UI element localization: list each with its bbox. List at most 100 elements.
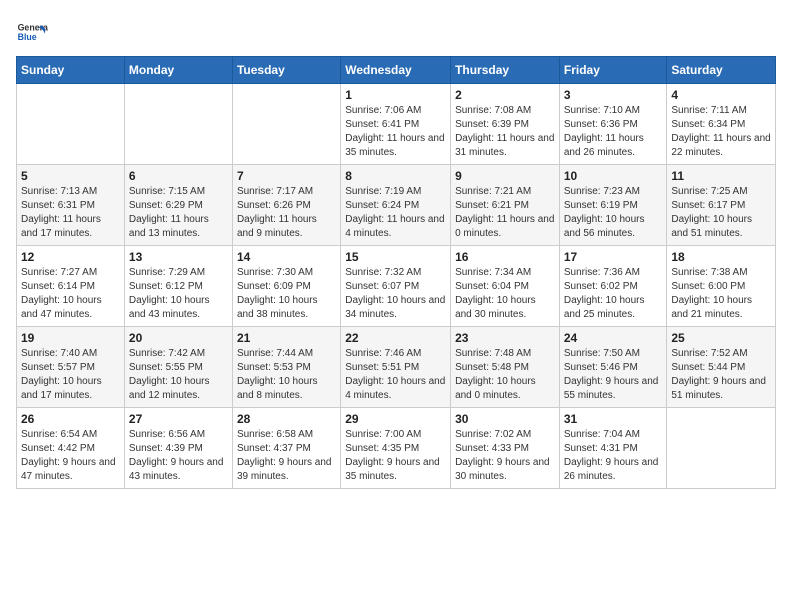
calendar-cell: 27 Sunrise: 6:56 AM Sunset: 4:39 PM Dayli… <box>124 408 232 489</box>
day-info: Sunrise: 7:04 AM Sunset: 4:31 PM Dayligh… <box>564 428 663 484</box>
calendar-cell <box>667 408 776 489</box>
calendar-cell: 17 Sunrise: 7:36 AM Sunset: 6:02 PM Dayli… <box>559 246 667 327</box>
day-number: 19 <box>21 331 120 345</box>
calendar-cell: 7 Sunrise: 7:17 AM Sunset: 6:26 PM Daylig… <box>232 165 340 246</box>
calendar-cell: 12Sunrise: 7:27 AM Sunset: 6:14 PM Dayli… <box>17 246 125 327</box>
calendar-cell: 3Sunrise: 7:10 AM Sunset: 6:36 PM Daylig… <box>559 84 667 165</box>
day-number: 13 <box>129 250 228 264</box>
day-info: Sunrise: 7:27 AM Sunset: 6:14 PM Dayligh… <box>21 266 120 322</box>
day-number: 4 <box>671 88 771 102</box>
day-number: 31 <box>564 412 663 426</box>
week-row-2: 12Sunrise: 7:27 AM Sunset: 6:14 PM Dayli… <box>17 246 776 327</box>
day-number: 14 <box>237 250 336 264</box>
day-info: Sunrise: 7:34 AM Sunset: 6:04 PM Dayligh… <box>455 266 555 322</box>
header-thursday: Thursday <box>451 57 560 84</box>
day-info: Sunrise: 6:56 AM Sunset: 4:39 PM Dayligh… <box>129 428 228 484</box>
day-info: Sunrise: 7:13 AM Sunset: 6:31 PM Dayligh… <box>21 185 120 241</box>
day-info: Sunrise: 7:29 AM Sunset: 6:12 PM Dayligh… <box>129 266 228 322</box>
calendar-cell: 31 Sunrise: 7:04 AM Sunset: 4:31 PM Dayli… <box>559 408 667 489</box>
calendar-cell: 30Sunrise: 7:02 AM Sunset: 4:33 PM Dayli… <box>451 408 560 489</box>
svg-text:Blue: Blue <box>18 32 37 42</box>
day-info: Sunrise: 7:32 AM Sunset: 6:07 PM Dayligh… <box>345 266 446 322</box>
day-info: Sunrise: 7:36 AM Sunset: 6:02 PM Dayligh… <box>564 266 663 322</box>
page-header: General Blue <box>16 16 776 48</box>
day-number: 28 <box>237 412 336 426</box>
calendar-cell: 18 Sunrise: 7:38 AM Sunset: 6:00 PM Dayli… <box>667 246 776 327</box>
day-info: Sunrise: 6:54 AM Sunset: 4:42 PM Dayligh… <box>21 428 120 484</box>
header-sunday: Sunday <box>17 57 125 84</box>
day-info: Sunrise: 7:11 AM Sunset: 6:34 PM Dayligh… <box>671 104 771 160</box>
calendar-cell: 10Sunrise: 7:23 AM Sunset: 6:19 PM Dayli… <box>559 165 667 246</box>
day-info: Sunrise: 7:23 AM Sunset: 6:19 PM Dayligh… <box>564 185 663 241</box>
day-number: 11 <box>671 169 771 183</box>
header-monday: Monday <box>124 57 232 84</box>
day-info: Sunrise: 7:42 AM Sunset: 5:55 PM Dayligh… <box>129 347 228 403</box>
day-info: Sunrise: 7:40 AM Sunset: 5:57 PM Dayligh… <box>21 347 120 403</box>
day-info: Sunrise: 7:38 AM Sunset: 6:00 PM Dayligh… <box>671 266 771 322</box>
day-info: Sunrise: 7:52 AM Sunset: 5:44 PM Dayligh… <box>671 347 771 403</box>
calendar-cell: 5 Sunrise: 7:13 AM Sunset: 6:31 PM Daylig… <box>17 165 125 246</box>
day-number: 9 <box>455 169 555 183</box>
day-number: 27 <box>129 412 228 426</box>
day-info: Sunrise: 6:58 AM Sunset: 4:37 PM Dayligh… <box>237 428 336 484</box>
calendar-cell: 23Sunrise: 7:48 AM Sunset: 5:48 PM Dayli… <box>451 327 560 408</box>
week-row-0: 1Sunrise: 7:06 AM Sunset: 6:41 PM Daylig… <box>17 84 776 165</box>
day-number: 15 <box>345 250 446 264</box>
calendar-cell: 13 Sunrise: 7:29 AM Sunset: 6:12 PM Dayli… <box>124 246 232 327</box>
calendar-cell: 4 Sunrise: 7:11 AM Sunset: 6:34 PM Daylig… <box>667 84 776 165</box>
day-info: Sunrise: 7:25 AM Sunset: 6:17 PM Dayligh… <box>671 185 771 241</box>
week-row-4: 26 Sunrise: 6:54 AM Sunset: 4:42 PM Dayli… <box>17 408 776 489</box>
calendar-cell <box>17 84 125 165</box>
day-number: 18 <box>671 250 771 264</box>
day-info: Sunrise: 7:02 AM Sunset: 4:33 PM Dayligh… <box>455 428 555 484</box>
day-number: 6 <box>129 169 228 183</box>
day-number: 22 <box>345 331 446 345</box>
calendar-cell: 21 Sunrise: 7:44 AM Sunset: 5:53 PM Dayli… <box>232 327 340 408</box>
day-info: Sunrise: 7:46 AM Sunset: 5:51 PM Dayligh… <box>345 347 446 403</box>
day-info: Sunrise: 7:17 AM Sunset: 6:26 PM Dayligh… <box>237 185 336 241</box>
calendar-cell: 1Sunrise: 7:06 AM Sunset: 6:41 PM Daylig… <box>341 84 451 165</box>
calendar-cell: 19 Sunrise: 7:40 AM Sunset: 5:57 PM Dayli… <box>17 327 125 408</box>
day-number: 21 <box>237 331 336 345</box>
week-row-3: 19 Sunrise: 7:40 AM Sunset: 5:57 PM Dayli… <box>17 327 776 408</box>
calendar-cell: 16 Sunrise: 7:34 AM Sunset: 6:04 PM Dayli… <box>451 246 560 327</box>
calendar-cell: 25 Sunrise: 7:52 AM Sunset: 5:44 PM Dayli… <box>667 327 776 408</box>
day-info: Sunrise: 7:10 AM Sunset: 6:36 PM Dayligh… <box>564 104 663 160</box>
day-number: 25 <box>671 331 771 345</box>
calendar-cell: 6Sunrise: 7:15 AM Sunset: 6:29 PM Daylig… <box>124 165 232 246</box>
day-info: Sunrise: 7:50 AM Sunset: 5:46 PM Dayligh… <box>564 347 663 403</box>
header-saturday: Saturday <box>667 57 776 84</box>
day-info: Sunrise: 7:44 AM Sunset: 5:53 PM Dayligh… <box>237 347 336 403</box>
day-number: 20 <box>129 331 228 345</box>
day-number: 1 <box>345 88 446 102</box>
week-row-1: 5 Sunrise: 7:13 AM Sunset: 6:31 PM Daylig… <box>17 165 776 246</box>
day-number: 24 <box>564 331 663 345</box>
calendar-cell: 8 Sunrise: 7:19 AM Sunset: 6:24 PM Daylig… <box>341 165 451 246</box>
calendar-cell: 20 Sunrise: 7:42 AM Sunset: 5:55 PM Dayli… <box>124 327 232 408</box>
calendar-cell: 15 Sunrise: 7:32 AM Sunset: 6:07 PM Dayli… <box>341 246 451 327</box>
logo-icon: General Blue <box>16 16 48 48</box>
header-wednesday: Wednesday <box>341 57 451 84</box>
header-tuesday: Tuesday <box>232 57 340 84</box>
calendar-cell: 24 Sunrise: 7:50 AM Sunset: 5:46 PM Dayli… <box>559 327 667 408</box>
day-number: 7 <box>237 169 336 183</box>
day-info: Sunrise: 7:00 AM Sunset: 4:35 PM Dayligh… <box>345 428 446 484</box>
calendar-header-row: SundayMondayTuesdayWednesdayThursdayFrid… <box>17 57 776 84</box>
day-number: 5 <box>21 169 120 183</box>
day-info: Sunrise: 7:08 AM Sunset: 6:39 PM Dayligh… <box>455 104 555 160</box>
day-number: 17 <box>564 250 663 264</box>
calendar-cell: 11 Sunrise: 7:25 AM Sunset: 6:17 PM Dayli… <box>667 165 776 246</box>
day-number: 2 <box>455 88 555 102</box>
day-info: Sunrise: 7:19 AM Sunset: 6:24 PM Dayligh… <box>345 185 446 241</box>
day-info: Sunrise: 7:21 AM Sunset: 6:21 PM Dayligh… <box>455 185 555 241</box>
calendar-cell: 22 Sunrise: 7:46 AM Sunset: 5:51 PM Dayli… <box>341 327 451 408</box>
day-info: Sunrise: 7:30 AM Sunset: 6:09 PM Dayligh… <box>237 266 336 322</box>
calendar-cell: 28 Sunrise: 6:58 AM Sunset: 4:37 PM Dayli… <box>232 408 340 489</box>
day-number: 26 <box>21 412 120 426</box>
header-friday: Friday <box>559 57 667 84</box>
logo: General Blue <box>16 16 48 48</box>
day-number: 8 <box>345 169 446 183</box>
day-info: Sunrise: 7:48 AM Sunset: 5:48 PM Dayligh… <box>455 347 555 403</box>
calendar-cell <box>124 84 232 165</box>
day-number: 16 <box>455 250 555 264</box>
